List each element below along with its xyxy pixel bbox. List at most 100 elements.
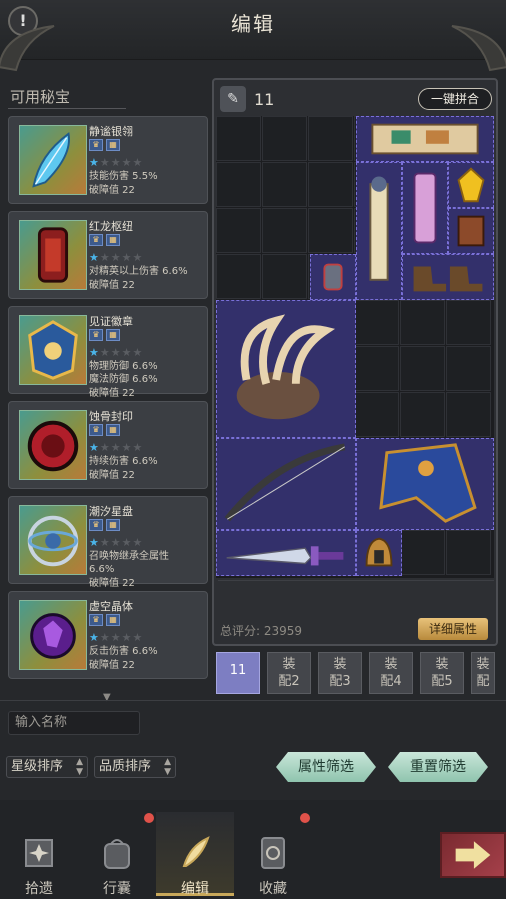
nav-item-edit[interactable]: 编辑 (156, 812, 234, 897)
star-rating: ★★★★★ (89, 251, 144, 264)
grid-tag-icon: ▦ (106, 424, 120, 436)
edit-quill-icon (182, 836, 210, 867)
detail-attributes-button[interactable]: 详细属性 (418, 618, 488, 640)
sort-arrows-icon: ▲ ▼ (76, 757, 83, 777)
bone-seal-icon (19, 410, 87, 480)
sword-item-icon[interactable] (216, 530, 356, 576)
grid-cell[interactable] (262, 254, 307, 299)
treasure-tags: ♛ ▦ (89, 614, 120, 626)
helmet-item-icon[interactable] (356, 530, 402, 576)
grid-tag-icon: ▦ (106, 329, 120, 341)
crown-tag-icon: ♛ (89, 234, 103, 246)
treasure-breach: 破障值 22 (89, 578, 135, 589)
treasure-card[interactable]: 见证徽章 ♛ ▦ ★★★★★ 物理防御 6.6% 魔法防御 6.6% 破障值 22 (8, 306, 208, 399)
grid-cell[interactable] (216, 208, 261, 253)
loadout-tabs: 11 装 配2 装 配3 装 配4 装 配5 装 配 (216, 652, 506, 696)
collection-icon (261, 837, 285, 869)
nav-item-collection[interactable]: 收藏 (234, 812, 312, 897)
grid-cell[interactable] (216, 254, 261, 299)
nav-item-backpack[interactable]: 行囊 (78, 812, 156, 897)
grid-cell[interactable] (446, 300, 491, 345)
treasure-name: 静谧银翎 (89, 125, 133, 138)
treasure-breach: 破障值 22 (89, 388, 135, 399)
attribute-filter-button[interactable]: 属性筛选 (276, 752, 376, 782)
treasure-name: 见证徽章 (89, 315, 133, 328)
paper-scroll-item-icon[interactable] (356, 162, 402, 300)
quality-sort-select[interactable]: 品质排序 ▲ ▼ (94, 756, 176, 778)
bow-item-icon[interactable] (216, 438, 356, 530)
grid-cell[interactable] (400, 530, 445, 575)
treasure-card[interactable]: 红龙枢纽 ♛ ▦ ★★★★★ 对精英以上伤害 6.6% 破障值 22 (8, 211, 208, 299)
grid-cell[interactable] (308, 162, 353, 207)
treasure-card[interactable]: 静谧银翎 ♛ ▦ ★★★★★ 技能伤害 5.5% 破障值 22 (8, 116, 208, 204)
treasure-card[interactable]: 虚空晶体 ♛ ▦ ★★★★★ 反击伤害 6.6% 破障值 22 (8, 591, 208, 679)
treasure-tags: ♛ ▦ (89, 139, 120, 151)
grid-cell[interactable] (446, 530, 491, 575)
panel-divider (218, 580, 494, 581)
grid-cell[interactable] (308, 116, 353, 161)
relic-icon (25, 839, 53, 867)
treasure-card[interactable]: 蚀骨封印 ♛ ▦ ★★★★★ 持续伤害 6.6% 破障值 22 (8, 401, 208, 489)
grid-cell[interactable] (354, 392, 399, 437)
loadout-tab[interactable]: 装 配2 (267, 652, 311, 694)
name-search-input[interactable]: 输入名称 (8, 711, 140, 735)
horn-ornament-icon (0, 25, 55, 72)
grid-cell[interactable] (354, 346, 399, 391)
grid-cell[interactable] (354, 300, 399, 345)
treasure-breach: 破障值 22 (89, 280, 135, 291)
grid-cell[interactable] (400, 300, 445, 345)
star-rating: ★★★★★ (89, 156, 144, 169)
tide-astrolabe-icon (19, 505, 87, 575)
star-sort-select[interactable]: 星级排序 ▲ ▼ (6, 756, 88, 778)
treasure-card[interactable]: 潮汐星盘 ♛ ▦ ★★★★★ 召唤物继承全属性 6.6% 破障值 22 (8, 496, 208, 589)
silver-feather-icon (19, 125, 87, 195)
treasure-breach: 破障值 22 (89, 660, 135, 671)
title-divider (8, 108, 126, 109)
grid-cell[interactable] (216, 116, 261, 161)
grid-cell[interactable] (446, 392, 491, 437)
notification-dot (144, 813, 154, 823)
treasure-effect: 技能伤害 5.5% (89, 171, 158, 182)
star-rating: ★★★★★ (89, 536, 144, 549)
grid-cell[interactable] (308, 208, 353, 253)
grid-cell[interactable] (400, 392, 445, 437)
loadout-tab[interactable]: 装 配4 (369, 652, 413, 694)
grid-cell[interactable] (262, 116, 307, 161)
auto-merge-button[interactable]: 一键拼合 (418, 88, 492, 110)
crown-tag-icon: ♛ (89, 424, 103, 436)
grid-cell[interactable] (262, 162, 307, 207)
grid-cell[interactable] (262, 208, 307, 253)
book-item-icon[interactable] (448, 208, 494, 254)
loadout-tab[interactable]: 装 配5 (420, 652, 464, 694)
loadout-tab[interactable]: 11 (216, 652, 260, 694)
grid-cell[interactable] (216, 162, 261, 207)
grid-tag-icon: ▦ (106, 519, 120, 531)
crown-tag-icon: ♛ (89, 519, 103, 531)
reset-filter-button[interactable]: 重置筛选 (388, 752, 488, 782)
star-rating: ★★★★★ (89, 631, 144, 644)
pink-scroll-item-icon[interactable] (402, 162, 448, 254)
treasure-breach: 破障值 22 (89, 185, 135, 196)
lantern-item-icon[interactable] (310, 254, 356, 300)
grid-cell[interactable] (400, 346, 445, 391)
boots-item-icon[interactable] (402, 254, 494, 300)
proceed-arrow-button[interactable] (440, 832, 506, 878)
loadout-count: 11 (254, 90, 275, 109)
inventory-grid[interactable] (216, 116, 494, 578)
grid-cell[interactable] (446, 346, 491, 391)
treasure-name: 虚空晶体 (89, 600, 133, 613)
scroll-down-icon[interactable]: ▼ (103, 692, 111, 703)
wizard-robe-item-icon[interactable] (356, 438, 494, 530)
horn-ornament-icon (451, 25, 506, 72)
gold-gem-item-icon[interactable] (448, 162, 494, 208)
pencil-icon[interactable]: ✎ (220, 86, 246, 112)
loadout-tab[interactable]: 装 配 (471, 652, 495, 694)
backpack-icon (104, 839, 130, 869)
header: ! 编辑 (0, 0, 506, 60)
arrow-right-icon (455, 841, 491, 869)
nav-item-relics[interactable]: 拾遗 (0, 812, 78, 897)
bone-claw-item-icon[interactable] (216, 300, 356, 438)
loadout-tab[interactable]: 装 配3 (318, 652, 362, 694)
map-scroll-item-icon[interactable] (356, 116, 494, 162)
treasure-name: 潮汐星盘 (89, 505, 133, 518)
